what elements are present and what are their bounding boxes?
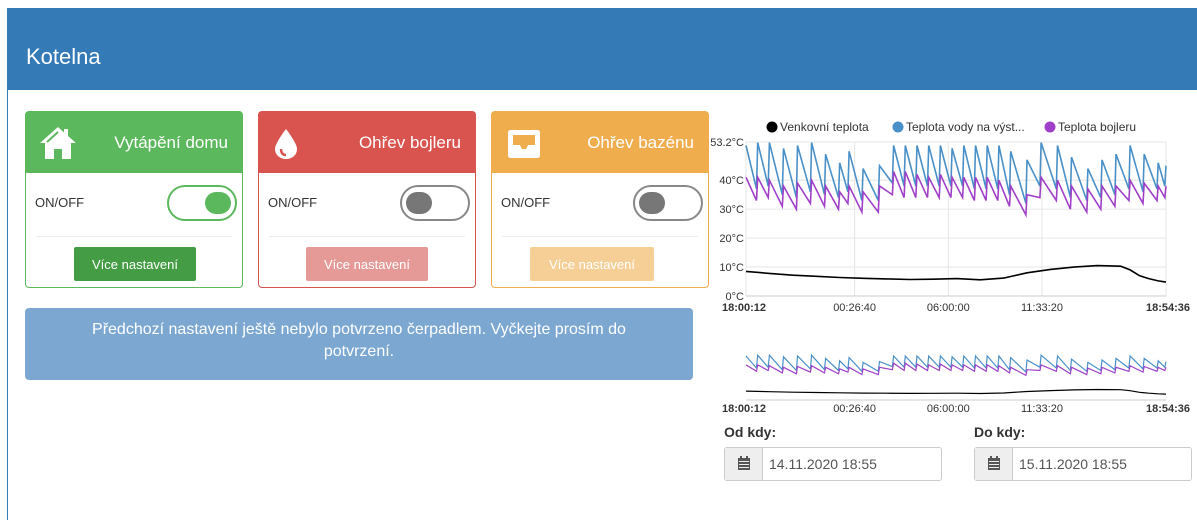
card-header: Vytápění domu: [26, 112, 242, 173]
navigator-x-tick-label: 18:54:36: [1146, 403, 1190, 415]
toggle-label: ON/OFF: [501, 195, 551, 210]
x-tick-label: 11:33:20: [1021, 302, 1063, 314]
legend-marker: [892, 121, 904, 133]
calendar-icon: [988, 456, 1000, 470]
page-title: Kotelna: [26, 44, 101, 69]
x-tick-label: 06:00:00: [927, 302, 970, 314]
y-tick-label: 20°C: [719, 233, 744, 245]
legend-label: Teplota bojleru: [1058, 120, 1136, 134]
divider: [269, 236, 465, 237]
legend-marker: [1044, 121, 1056, 133]
boiler-heating-toggle[interactable]: [400, 185, 470, 221]
navigator-x-tick-label: 18:00:12: [722, 403, 766, 415]
chart-svg: 53.2°C40°C30°C20°C10°C0°C18:00:12 00:26:4…: [710, 120, 1190, 415]
divider: [502, 236, 698, 237]
card-house-heating: Vytápění domu ON/OFF Více nastavení: [25, 111, 243, 288]
card-pool-heating: Ohřev bazénu ON/OFF Více nastavení: [491, 111, 709, 288]
legend-marker: [766, 121, 778, 133]
more-settings-button[interactable]: Více nastavení: [306, 247, 428, 281]
series-line: [745, 171, 1167, 218]
y-tick-label: 30°C: [719, 204, 744, 216]
temperature-chart: 53.2°C 40°C 30°C 20°C 10°C 0°C 18:00:12 00:26:4…: [710, 112, 1197, 422]
x-tick-label: 00:26:40: [833, 302, 876, 314]
divider: [36, 236, 232, 237]
pending-confirmation-alert: Předchozí nastavení ještě nebylo potvrze…: [25, 308, 693, 380]
toggle-knob: [639, 192, 665, 214]
water-drop-icon: [275, 129, 297, 159]
navigator-series-line: [745, 362, 1167, 377]
toggle-label: ON/OFF: [268, 195, 318, 210]
calendar-addon[interactable]: [975, 448, 1013, 480]
date-to-input[interactable]: [1015, 449, 1185, 479]
y-tick-label: 40°C: [719, 175, 744, 187]
date-from-input[interactable]: [765, 449, 935, 479]
house-heating-toggle[interactable]: [167, 185, 237, 221]
date-to-group: [974, 447, 1192, 481]
toggle-label: ON/OFF: [35, 195, 85, 210]
x-tick-label: 18:54:36: [1146, 302, 1190, 314]
legend-label: Teplota vody na výst...: [906, 120, 1025, 134]
date-from-group: [724, 447, 942, 481]
card-title: Vytápění domu: [114, 133, 228, 152]
y-tick-label: 10°C: [719, 262, 744, 274]
date-from-label: Od kdy:: [724, 424, 777, 440]
legend-label: Venkovní teplota: [780, 120, 869, 134]
inbox-tray-icon: [508, 130, 540, 158]
card-title: Ohřev bazénu: [587, 133, 694, 152]
card-header: Ohřev bojleru: [259, 112, 475, 173]
page: Kotelna Vytápění domu ON/OFF Více nastav…: [0, 0, 1197, 520]
calendar-icon: [738, 456, 750, 470]
home-icon: [40, 127, 76, 159]
panel-header: Kotelna: [8, 8, 1197, 90]
series-line: [745, 142, 1167, 204]
more-settings-button[interactable]: Více nastavení: [530, 247, 654, 281]
toggle-knob: [205, 192, 231, 214]
navigator-series-line: [745, 353, 1167, 374]
card-header: Ohřev bazénu: [492, 112, 708, 173]
navigator-x-tick-label: 11:33:20: [1021, 403, 1063, 415]
date-to-label: Do kdy:: [974, 424, 1026, 440]
navigator-x-tick-label: 00:26:40: [833, 403, 876, 415]
y-tick-label: 53.2°C: [710, 137, 744, 149]
card-title: Ohřev bojleru: [358, 133, 461, 152]
navigator-series-line: [745, 388, 1167, 395]
card-boiler-heating: Ohřev bojleru ON/OFF Více nastavení: [258, 111, 476, 288]
series-line: [745, 264, 1167, 283]
navigator-x-tick-label: 06:00:00: [927, 403, 970, 415]
x-tick-label: 18:00:12: [722, 302, 766, 314]
calendar-addon[interactable]: [725, 448, 763, 480]
pool-heating-toggle[interactable]: [633, 185, 703, 221]
more-settings-button[interactable]: Více nastavení: [74, 247, 196, 281]
toggle-knob: [406, 192, 432, 214]
